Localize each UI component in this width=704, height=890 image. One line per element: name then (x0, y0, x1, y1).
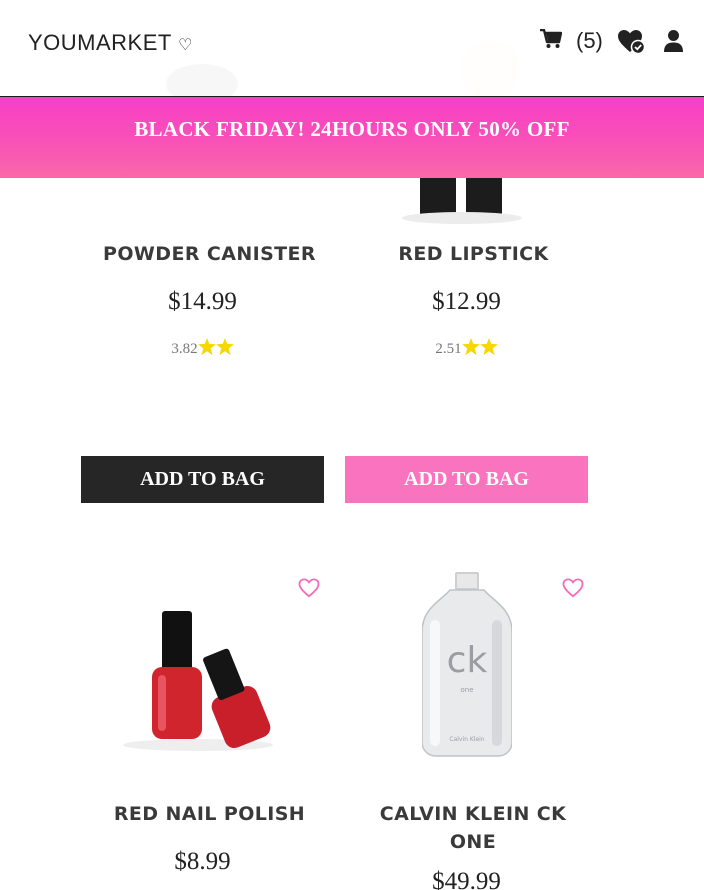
favorites-heart-check-icon[interactable] (618, 30, 646, 58)
product-rating: 2.51 (335, 338, 598, 360)
product-title[interactable]: POWDER CANISTER (78, 240, 341, 268)
star-icon (479, 338, 498, 360)
cart-count: (5) (576, 28, 603, 53)
logo[interactable]: YOUMARKET ♡ (28, 30, 193, 56)
top-navbar: YOUMARKET ♡ (5) (0, 0, 704, 97)
star-icon (197, 338, 216, 360)
star-icon (461, 338, 480, 360)
product-price: $49.99 (432, 868, 501, 890)
bottle-sub: one (460, 686, 474, 694)
product-card: ck one Calvin Klein CALVIN KLEIN CK ONE … (342, 560, 605, 890)
star-icon (215, 338, 234, 360)
add-to-bag-button[interactable]: ADD TO BAG (81, 456, 324, 503)
red-nail-polish-image (123, 611, 273, 751)
promo-banner-text: BLACK FRIDAY! 24HOURS ONLY 50% OFF (134, 117, 570, 141)
rating-value: 3.82 (171, 340, 198, 357)
ck-one-bottle-image: ck one Calvin Klein (422, 572, 512, 757)
product-title[interactable]: RED NAIL POLISH (78, 800, 341, 828)
product-price: $14.99 (168, 288, 237, 315)
wishlist-heart-icon[interactable] (562, 578, 584, 598)
bottle-label: Calvin Klein (449, 736, 485, 743)
promo-banner: BLACK FRIDAY! 24HOURS ONLY 50% OFF (0, 97, 704, 178)
product-price: $12.99 (432, 288, 501, 315)
product-title[interactable]: CALVIN KLEIN CK ONE (344, 800, 602, 856)
logo-text: YOUMARKET (28, 30, 172, 55)
product-card: RED NAIL POLISH $8.99 (78, 560, 341, 890)
product-rating: 3.82 (71, 338, 334, 360)
product-price: $8.99 (174, 848, 231, 875)
add-to-bag-button[interactable]: ADD TO BAG (345, 456, 588, 503)
bottle-brand: ck (446, 640, 488, 681)
logo-heart: ♡ (178, 37, 193, 54)
cart-button[interactable]: (5) (540, 28, 603, 54)
user-icon[interactable] (664, 30, 683, 56)
cart-icon (540, 28, 563, 53)
product-title[interactable]: RED LIPSTICK (342, 240, 605, 268)
wishlist-heart-icon[interactable] (298, 578, 320, 598)
rating-value: 2.51 (435, 340, 462, 357)
